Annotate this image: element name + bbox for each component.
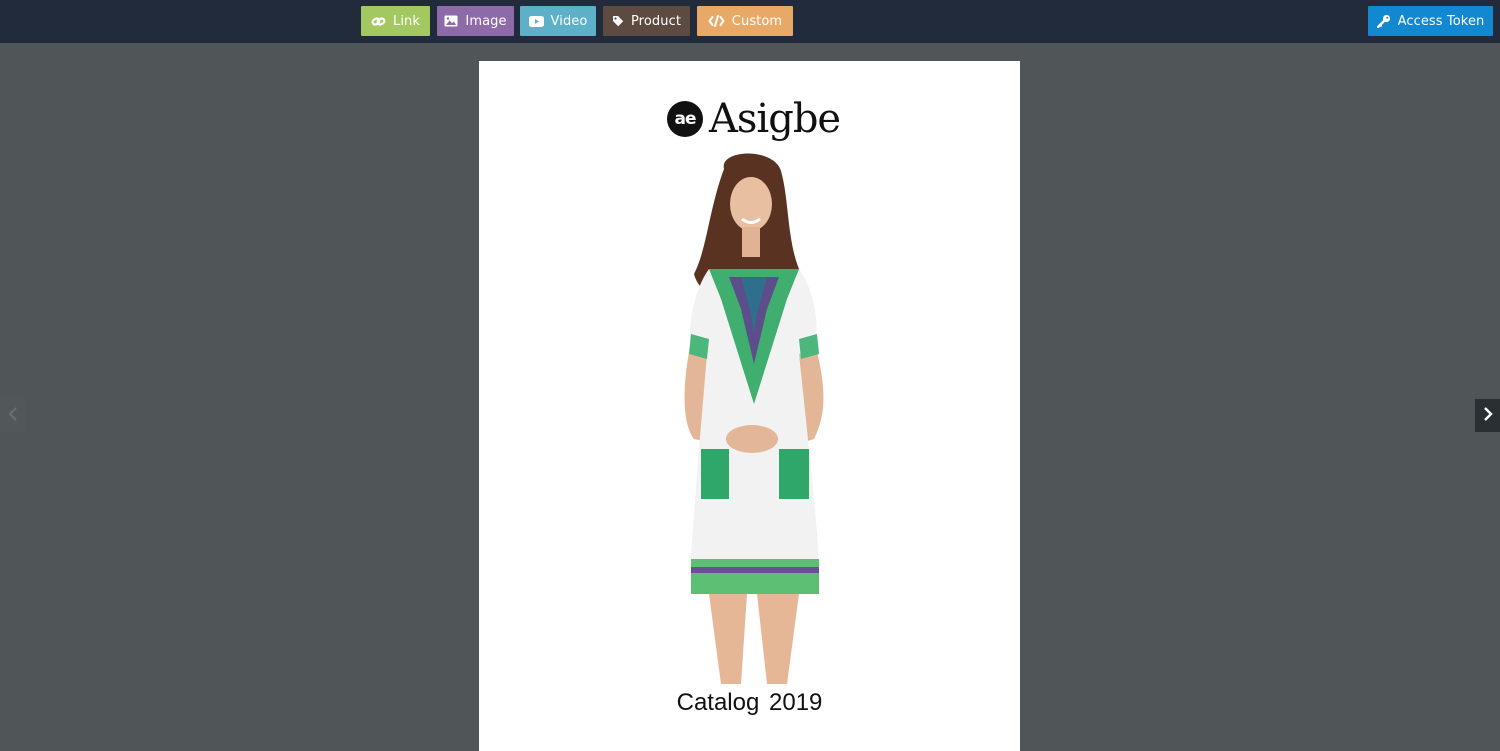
catalog-caption: Catalog 2019 — [676, 689, 823, 716]
logo-mark: ae — [667, 101, 703, 137]
link-icon — [371, 15, 386, 28]
previous-page-button[interactable] — [0, 399, 26, 432]
image-button[interactable]: Image — [437, 6, 514, 36]
video-button-label: Video — [550, 13, 588, 29]
top-toolbar: Link Image Video Product Custom Access T… — [0, 0, 1500, 43]
access-token-label: Access Token — [1397, 13, 1485, 29]
access-token-button[interactable]: Access Token — [1368, 6, 1493, 36]
chevron-left-icon — [8, 406, 18, 426]
brand-logo: ae Asigbe — [667, 94, 841, 144]
video-icon — [528, 15, 544, 27]
product-button[interactable]: Product — [603, 6, 690, 36]
custom-button-label: Custom — [731, 13, 783, 29]
tag-icon — [612, 15, 624, 27]
image-button-label: Image — [465, 13, 507, 29]
link-button[interactable]: Link — [361, 6, 430, 36]
logo-text: Asigbe — [709, 96, 841, 142]
catalog-page: ae Asigbe Catalog 2019 — [479, 61, 1020, 751]
video-button[interactable]: Video — [520, 6, 596, 36]
link-button-label: Link — [392, 13, 421, 29]
next-page-button[interactable] — [1475, 399, 1500, 432]
chevron-right-icon — [1483, 406, 1493, 426]
code-icon — [708, 15, 725, 27]
product-button-label: Product — [630, 13, 682, 29]
model-photo — [684, 153, 824, 684]
image-icon — [444, 15, 458, 27]
custom-button[interactable]: Custom — [697, 6, 793, 36]
key-icon — [1376, 14, 1391, 28]
